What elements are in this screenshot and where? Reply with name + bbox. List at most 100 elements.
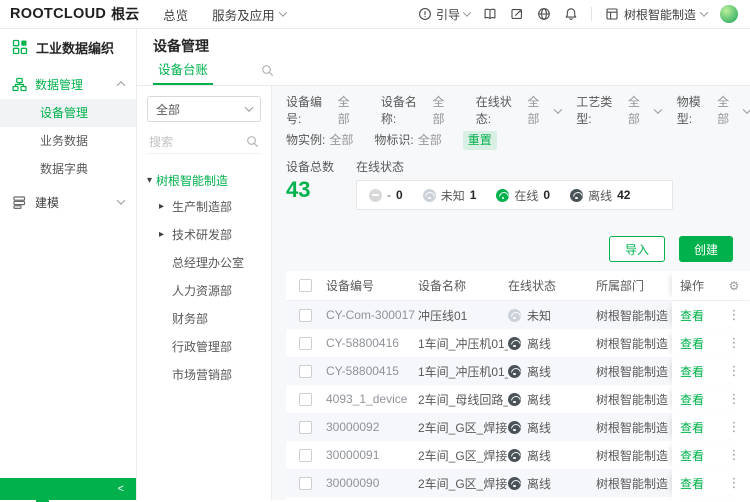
cell-device-id: 30000091	[326, 441, 418, 469]
row-checkbox[interactable]	[299, 477, 312, 490]
device-table: 设备编号 设备名称 在线状态 所属部门 操作 ⚙ CY-Com-300017 冲…	[286, 271, 750, 500]
topbar: ROOTCLOUD 根云 总览 服务及应用 引导	[0, 0, 750, 29]
row-checkbox[interactable]	[299, 393, 312, 406]
collapse-tree-icon[interactable]: ▾	[147, 175, 152, 186]
docs-book-icon[interactable]	[483, 7, 497, 21]
more-icon[interactable]: ⋮	[728, 391, 741, 407]
more-icon[interactable]: ⋮	[728, 363, 741, 379]
filter-row-1: 设备编号: 全部 设备名称: 全部 在线状态: 全部 工艺类型: 全部 物模型:…	[286, 94, 750, 128]
sidebar-collapse-bar[interactable]: <	[0, 478, 136, 500]
expand-icon[interactable]: ▸	[159, 229, 169, 240]
filter-item[interactable]: 物标识: 全部	[374, 132, 446, 149]
reset-filters-button[interactable]: 重置	[463, 131, 497, 150]
row-checkbox[interactable]	[299, 421, 312, 434]
status-icon	[508, 477, 521, 490]
tree-node[interactable]: ▸ 财务部	[147, 304, 261, 332]
sidebar-item-data-dictionary[interactable]: 数据字典	[0, 155, 136, 183]
status-text: 离线	[527, 447, 551, 464]
view-link[interactable]: 查看	[680, 307, 704, 324]
filter-label: 设备名称:	[381, 94, 429, 128]
chevron-down-icon	[245, 103, 253, 111]
cell-device-name: 2车间_G区_焊接...	[418, 441, 508, 469]
view-link[interactable]: 查看	[680, 363, 704, 380]
shell: 工业数据编织 数据管理 设备管理 业务数据 数据字典 建模	[0, 29, 750, 500]
tree-node-label: 生产制造部	[172, 198, 232, 215]
cell-device-name: 1车间_冲压机01_...	[418, 329, 508, 357]
sidebar-item-device-management[interactable]: 设备管理	[0, 99, 136, 127]
brand-logo[interactable]: ROOTCLOUD 根云	[10, 4, 139, 24]
status-icon	[496, 189, 509, 202]
more-icon[interactable]: ⋮	[728, 419, 741, 435]
tree-node[interactable]: ▸ 人力资源部	[147, 276, 261, 304]
cell-department: 树根智能制造	[596, 301, 668, 329]
filter-item[interactable]: 物模型: 全部	[677, 94, 750, 128]
chevron-down-icon[interactable]	[654, 105, 662, 113]
more-icon[interactable]: ⋮	[728, 447, 741, 463]
tree-node-label: 总经理办公室	[172, 254, 244, 271]
filter-item[interactable]: 在线状态: 全部	[476, 94, 560, 128]
nav-overview[interactable]: 总览	[163, 5, 188, 24]
tree-search	[147, 130, 261, 154]
filter-item[interactable]: 设备名称: 全部	[381, 94, 460, 128]
sidebar-group-modeling[interactable]: 建模	[0, 187, 136, 217]
tree-node[interactable]: ▸ 行政管理部	[147, 332, 261, 360]
expand-icon[interactable]: ▸	[159, 201, 169, 212]
app-grid-icon	[12, 39, 28, 55]
tree-node[interactable]: ▸ 市场营销部	[147, 360, 261, 388]
status-legend-item: - 0	[369, 188, 403, 202]
gear-icon[interactable]: ⚙	[729, 279, 740, 293]
sidebar-group-data-management[interactable]: 数据管理	[0, 69, 136, 99]
tab-device-ledger[interactable]: 设备台账	[153, 59, 213, 85]
view-link[interactable]: 查看	[680, 447, 704, 464]
table-row: 4093_1_device 2车间_母线回路_... 离线 树根智能制造 查看 …	[286, 385, 750, 413]
filter-item[interactable]: 设备编号: 全部	[286, 94, 365, 128]
edit-square-icon[interactable]	[510, 7, 524, 21]
cell-device-id: 30000092	[326, 413, 418, 441]
tree-filter-select[interactable]: 全部	[147, 96, 261, 122]
view-link[interactable]: 查看	[680, 475, 704, 492]
globe-icon[interactable]	[537, 7, 551, 21]
guide-icon	[418, 7, 432, 21]
tree-node[interactable]: ▸ 技术研发部	[147, 220, 261, 248]
table-body: CY-Com-300017 冲压线01 未知 树根智能制造 查看 ⋮ CY-58…	[286, 301, 750, 500]
select-all-checkbox[interactable]	[299, 279, 312, 292]
org-selector[interactable]: 树根智能制造	[605, 6, 707, 23]
status-legend-item: 在线 0	[496, 187, 550, 204]
filter-item[interactable]: 工艺类型: 全部	[576, 94, 660, 128]
cell-device-name: 2车间_G区_焊接...	[418, 469, 508, 497]
row-checkbox[interactable]	[299, 337, 312, 350]
view-link[interactable]: 查看	[680, 391, 704, 408]
guide-menu[interactable]: 引导	[418, 6, 470, 23]
tree-node-list: ▸ 生产制造部 ▸ 技术研发部 ▸ 总经理办公室 ▸ 人力资源部 ▸ 财务部 ▸…	[147, 192, 261, 388]
tree-node[interactable]: ▸ 总经理办公室	[147, 248, 261, 276]
bell-icon[interactable]	[564, 7, 578, 21]
tree-root-node[interactable]: ▾ 树根智能制造	[147, 168, 261, 192]
nav-services-apps[interactable]: 服务及应用	[212, 5, 286, 24]
chevron-down-icon[interactable]	[553, 105, 561, 113]
tree-node[interactable]: ▸ 生产制造部	[147, 192, 261, 220]
create-button[interactable]: 创建	[679, 236, 733, 262]
more-icon[interactable]: ⋮	[728, 335, 741, 351]
tab-search-icon[interactable]	[261, 64, 274, 85]
row-checkbox[interactable]	[299, 449, 312, 462]
chevron-down-icon[interactable]	[743, 105, 750, 113]
row-checkbox[interactable]	[299, 309, 312, 322]
filter-label: 在线状态:	[476, 94, 524, 128]
avatar[interactable]	[720, 5, 738, 23]
view-link[interactable]: 查看	[680, 419, 704, 436]
import-button[interactable]: 导入	[609, 236, 665, 262]
more-icon[interactable]: ⋮	[728, 475, 741, 491]
app-root: ROOTCLOUD 根云 总览 服务及应用 引导	[0, 0, 750, 500]
row-checkbox[interactable]	[299, 365, 312, 378]
filter-item[interactable]: 物实例: 全部	[286, 132, 358, 149]
col-device-name: 设备名称	[418, 271, 508, 300]
org-tree-panel: 全部 ▾ 树根智能制造 ▸ 生产制造部 ▸ 技术研发部 ▸	[137, 86, 272, 500]
view-link[interactable]: 查看	[680, 335, 704, 352]
sidebar-item-business-data[interactable]: 业务数据	[0, 127, 136, 155]
tree-search-input[interactable]	[149, 135, 246, 149]
status-name: -	[387, 188, 391, 202]
more-icon[interactable]: ⋮	[728, 307, 741, 323]
filter-value: 全部	[338, 94, 360, 128]
cell-online-status: 离线	[508, 413, 596, 441]
table-row: 30000091 2车间_G区_焊接... 离线 树根智能制造 查看 ⋮	[286, 441, 750, 469]
